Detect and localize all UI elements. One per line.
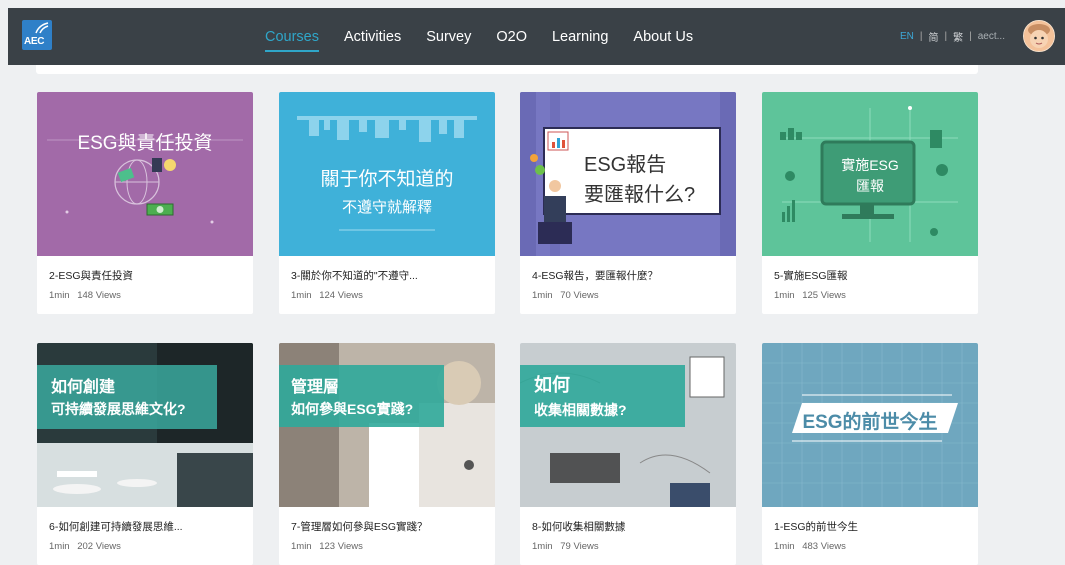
header-right: EN | 简 | 繁 | aect... xyxy=(900,8,1005,65)
nav-o2o[interactable]: O2O xyxy=(496,29,527,45)
course-thumbnail[interactable] xyxy=(37,92,253,256)
content-top-strip xyxy=(36,65,978,74)
course-card[interactable]: ESG的前世今生 1-ESG的前世今生 1min 483 Views xyxy=(762,343,978,565)
course-meta: 1min 123 Views xyxy=(291,541,368,552)
course-title[interactable]: 3-關於你不知道的"不遵守... xyxy=(291,268,418,283)
course-title[interactable]: 7-管理層如何參與ESG實踐？ xyxy=(291,519,428,534)
main-menu: Courses Activities Survey O2O Learning A… xyxy=(265,8,718,65)
course-meta: 1min 124 Views xyxy=(291,290,368,301)
nav-courses[interactable]: Courses xyxy=(265,29,319,52)
course-views: 483 Views xyxy=(802,541,846,552)
nav-survey[interactable]: Survey xyxy=(426,29,471,45)
course-title[interactable]: 4-ESG報告，要匯報什麼？ xyxy=(532,268,658,283)
nav-about-us[interactable]: About Us xyxy=(633,29,693,45)
username[interactable]: aect... xyxy=(978,31,1005,42)
course-card[interactable]: 實施ESG 匯報 5-實施ESG匯報 1min 125 Views xyxy=(762,92,978,314)
course-duration: 1min xyxy=(532,541,553,552)
thumbnail-subcaption: 如何參與ESG實踐? xyxy=(291,401,414,417)
course-meta: 1min 125 Views xyxy=(774,290,851,301)
course-duration: 1min xyxy=(774,541,795,552)
thumbnail-subcaption: 要匯報什么? xyxy=(584,184,696,206)
course-title[interactable]: 8-如何收集相關數據 xyxy=(532,519,625,534)
course-duration: 1min xyxy=(49,290,70,301)
course-thumbnail[interactable] xyxy=(279,343,495,507)
course-thumbnail[interactable] xyxy=(37,343,253,507)
divider: | xyxy=(919,31,923,42)
course-card[interactable]: 如何 收集相關數據? 8-如何收集相關數據 1min 79 Views xyxy=(520,343,736,565)
divider: | xyxy=(944,31,948,42)
course-views: 70 Views xyxy=(560,290,599,301)
thumbnail-caption: ESG報告 xyxy=(584,154,667,176)
thumbnail-subcaption: 不遵守就解釋 xyxy=(341,199,432,216)
course-duration: 1min xyxy=(532,290,553,301)
thumbnail-subcaption: 匯報 xyxy=(856,178,884,194)
course-duration: 1min xyxy=(774,290,795,301)
thumbnail-caption: 如何創建 xyxy=(51,379,116,396)
thumbnail-caption: ESG的前世今生 xyxy=(802,412,938,433)
avatar[interactable] xyxy=(1023,20,1055,52)
thumbnail-caption: 實施ESG xyxy=(841,157,899,173)
course-views: 202 Views xyxy=(77,541,121,552)
nav-learning[interactable]: Learning xyxy=(552,29,608,45)
avatar-face-icon xyxy=(1024,21,1054,51)
nav-activities[interactable]: Activities xyxy=(344,29,401,45)
divider: | xyxy=(969,31,972,42)
course-thumbnail[interactable] xyxy=(520,343,736,507)
lang-traditional[interactable]: 繁 xyxy=(953,29,963,44)
course-views: 125 Views xyxy=(802,290,846,301)
course-views: 123 Views xyxy=(319,541,363,552)
aec-logo[interactable]: AEC xyxy=(22,20,52,50)
course-card[interactable]: 關于你不知道的 不遵守就解釋 3-關於你不知道的"不遵守... 1min 124… xyxy=(279,92,495,314)
course-card[interactable]: 管理層 如何參與ESG實踐? 7-管理層如何參與ESG實踐？ 1min 123 … xyxy=(279,343,495,565)
course-title[interactable]: 6-如何創建可持續發展思維... xyxy=(49,519,183,534)
top-navbar: AEC Courses Activities Survey O2O Learni… xyxy=(8,8,1065,65)
page-frame: AEC Courses Activities Survey O2O Learni… xyxy=(8,8,1065,565)
course-duration: 1min xyxy=(291,290,312,301)
course-views: 148 Views xyxy=(77,290,121,301)
thumbnail-subcaption: 收集相關數據? xyxy=(534,402,627,418)
course-meta: 1min 148 Views xyxy=(49,290,126,301)
course-title[interactable]: 5-實施ESG匯報 xyxy=(774,268,848,283)
course-meta: 1min 79 Views xyxy=(532,541,604,552)
thumbnail-caption: 關于你不知道的 xyxy=(320,169,454,190)
course-views: 124 Views xyxy=(319,290,363,301)
course-duration: 1min xyxy=(49,541,70,552)
course-meta: 1min 202 Views xyxy=(49,541,126,552)
course-title[interactable]: 1-ESG的前世今生 xyxy=(774,519,858,534)
thumbnail-caption: ESG與責任投資 xyxy=(77,133,213,154)
thumbnail-subcaption: 可持續發展思維文化? xyxy=(51,401,186,417)
course-card[interactable]: ESG與責任投資 2-ESG與責任投資 1min 148 Views xyxy=(37,92,253,314)
course-card[interactable]: 如何創建 可持續發展思維文化? 6-如何創建可持續發展思維... 1min 20… xyxy=(37,343,253,565)
lang-simplified[interactable]: 简 xyxy=(929,29,939,44)
lang-en[interactable]: EN xyxy=(900,31,914,42)
course-card[interactable]: ESG報告 要匯報什么? 4-ESG報告，要匯報什麼？ 1min 70 View… xyxy=(520,92,736,314)
thumbnail-caption: 如何 xyxy=(534,375,570,395)
course-title[interactable]: 2-ESG與責任投資 xyxy=(49,268,133,283)
course-meta: 1min 483 Views xyxy=(774,541,851,552)
course-views: 79 Views xyxy=(560,541,599,552)
course-duration: 1min xyxy=(291,541,312,552)
course-meta: 1min 70 Views xyxy=(532,290,604,301)
logo-text: AEC xyxy=(24,36,45,47)
logo-wave-icon xyxy=(35,22,49,34)
thumbnail-caption: 管理層 xyxy=(291,379,340,396)
